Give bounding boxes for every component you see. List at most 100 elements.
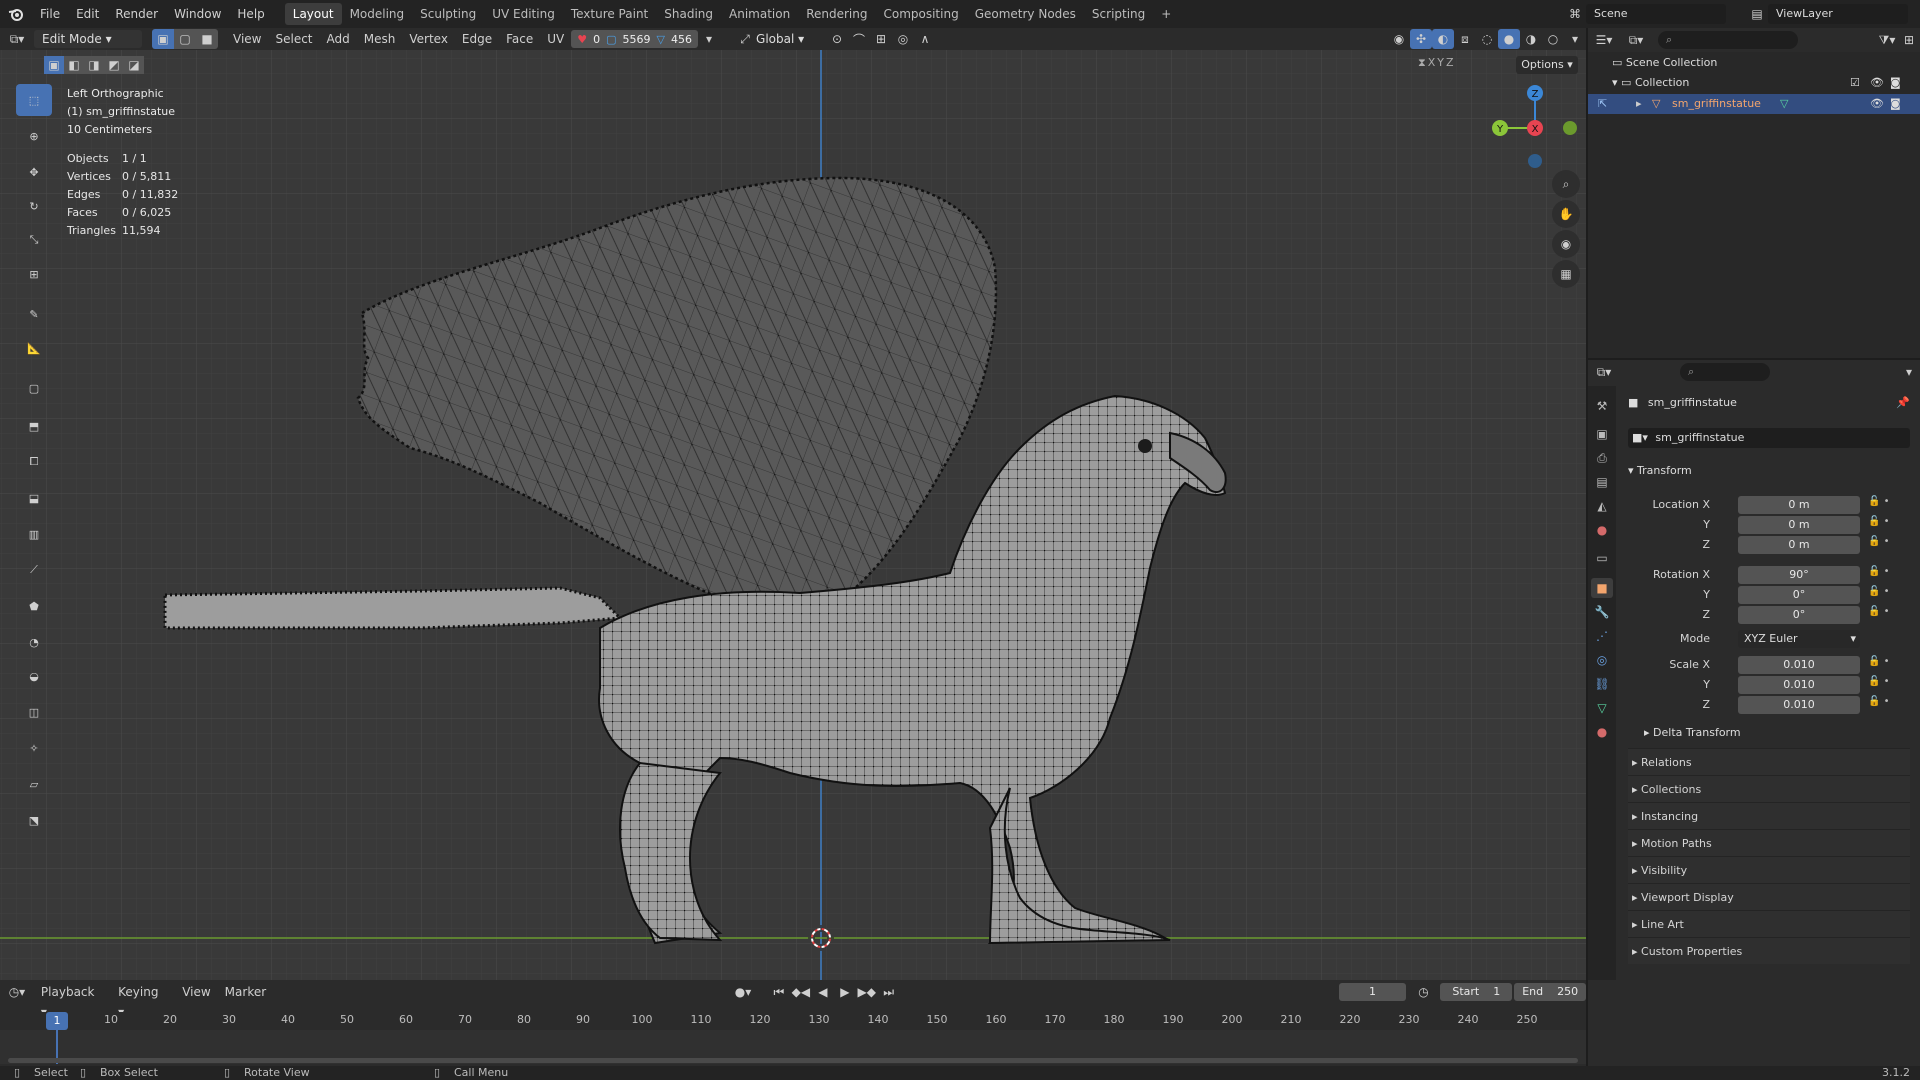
- camera-view-icon[interactable]: ◉: [1552, 230, 1580, 258]
- outliner-row-scene-collection[interactable]: ▭ Scene Collection: [1612, 54, 1717, 72]
- shading-dropdown-icon[interactable]: ▾: [1564, 29, 1586, 49]
- menu-keying[interactable]: Keying ▾: [111, 982, 175, 1019]
- jump-start-icon[interactable]: ⏮: [768, 982, 790, 1002]
- rotation-y-field[interactable]: 0°: [1738, 586, 1860, 604]
- 3d-viewport[interactable]: Left Orthographic (1) sm_griffinstatue 1…: [0, 28, 1586, 980]
- navigation-gizmo[interactable]: Z Y X: [1490, 83, 1580, 173]
- workspace-tab-scripting[interactable]: Scripting: [1084, 3, 1153, 25]
- display-mode-icon[interactable]: ⧉▾: [1620, 30, 1652, 50]
- start-frame-field[interactable]: Start 1: [1440, 983, 1513, 1001]
- add-workspace-button[interactable]: +: [1153, 3, 1179, 25]
- menu-mesh[interactable]: Mesh: [357, 29, 403, 49]
- outliner-search-input[interactable]: ⌕: [1658, 31, 1798, 49]
- falloff-icon[interactable]: ∧: [914, 29, 936, 49]
- frame-cursor[interactable]: 1: [46, 1012, 68, 1030]
- uv-stats-widget[interactable]: ♥ 0 ▢ 5569 ▽ 456: [571, 30, 699, 48]
- object-tab-icon[interactable]: ■: [1591, 578, 1613, 598]
- scene-selector[interactable]: Scene: [1586, 4, 1726, 24]
- snap-target-icon[interactable]: ⊞: [870, 29, 892, 49]
- scale-y-field[interactable]: 0.010: [1738, 676, 1860, 694]
- select-new-icon[interactable]: ▣: [44, 56, 64, 74]
- menu-uv[interactable]: UV: [540, 29, 571, 49]
- workspace-tab-geometry-nodes[interactable]: Geometry Nodes: [967, 3, 1084, 25]
- workspace-tab-animation[interactable]: Animation: [721, 3, 798, 25]
- material-shading-icon[interactable]: ◑: [1520, 29, 1542, 49]
- annotate-tool-icon[interactable]: ✎: [16, 298, 52, 330]
- mirror-z-toggle[interactable]: Z: [1446, 56, 1454, 70]
- play-icon[interactable]: ▶: [834, 982, 856, 1002]
- preview-range-icon[interactable]: ◷: [1412, 982, 1434, 1002]
- outliner-row-object[interactable]: ⇱ ▸ ▽ sm_griffinstatue ▽ 👁 ◙: [1588, 94, 1920, 114]
- end-frame-field[interactable]: End 250: [1514, 983, 1587, 1001]
- options-button[interactable]: Options ▾: [1516, 56, 1578, 74]
- collection-camera-icon[interactable]: ◙: [1890, 74, 1901, 92]
- prev-keyframe-icon[interactable]: ◆◀: [790, 982, 812, 1002]
- data-tab-icon[interactable]: ▽: [1591, 698, 1613, 718]
- lock-icon[interactable]: 🔓 •: [1868, 516, 1908, 536]
- measure-tool-icon[interactable]: 📐: [16, 332, 52, 364]
- workspace-tab-layout[interactable]: Layout: [284, 3, 342, 25]
- visibility-icon[interactable]: ◉: [1388, 29, 1410, 49]
- workspace-tab-shading[interactable]: Shading: [656, 3, 721, 25]
- pan-hand-icon[interactable]: ✋: [1552, 200, 1580, 228]
- object-eye-icon[interactable]: 👁: [1870, 94, 1884, 114]
- view-layer-tab-icon[interactable]: ▤: [1591, 472, 1613, 492]
- griffin-mesh[interactable]: [0, 28, 1586, 980]
- shear-tool-icon[interactable]: ▱: [16, 768, 52, 800]
- panel-collections[interactable]: ▸ Collections: [1628, 775, 1910, 802]
- scale-z-field[interactable]: 0.010: [1738, 696, 1860, 714]
- proportional-edit-icon[interactable]: ◎: [892, 29, 914, 49]
- object-mode-icon[interactable]: ⇱: [1598, 94, 1607, 114]
- panel-line-art[interactable]: ▸ Line Art: [1628, 910, 1910, 937]
- face-select-mode-icon[interactable]: ■: [196, 29, 218, 49]
- transform-panel-header[interactable]: ▾ Transform: [1628, 460, 1910, 482]
- panel-instancing[interactable]: ▸ Instancing: [1628, 802, 1910, 829]
- vertex-select-mode-icon[interactable]: ▣: [152, 29, 174, 49]
- lock-icon[interactable]: 🔓 •: [1868, 606, 1908, 656]
- scale-tool-icon[interactable]: ⤡: [16, 224, 52, 256]
- solid-shading-icon[interactable]: ●: [1498, 29, 1520, 49]
- material-tab-icon[interactable]: ●: [1591, 722, 1613, 742]
- particles-tab-icon[interactable]: ⋰: [1591, 626, 1613, 646]
- output-tab-icon[interactable]: ⎙: [1591, 448, 1613, 468]
- lock-icon[interactable]: 🔓 •: [1868, 696, 1908, 716]
- orientation-selector[interactable]: Global ▾: [756, 30, 826, 48]
- object-camera-icon[interactable]: ◙: [1890, 94, 1901, 114]
- panel-visibility[interactable]: ▸ Visibility: [1628, 856, 1910, 883]
- select-invert-icon[interactable]: ◩: [104, 56, 124, 74]
- bevel-tool-icon[interactable]: ⬓: [16, 482, 52, 514]
- rotation-x-field[interactable]: 90°: [1738, 566, 1860, 584]
- perspective-toggle-icon[interactable]: ▦: [1552, 260, 1580, 288]
- collection-tab-icon[interactable]: ▭: [1591, 548, 1613, 568]
- pivot-icon[interactable]: ⊙: [826, 29, 848, 49]
- collection-eye-icon[interactable]: 👁: [1870, 74, 1884, 92]
- editor-type-icon[interactable]: ⧉▾: [0, 29, 34, 49]
- knife-tool-icon[interactable]: ⟋: [16, 554, 52, 586]
- menu-vertex[interactable]: Vertex: [402, 29, 455, 49]
- wireframe-shading-icon[interactable]: ◌: [1476, 29, 1498, 49]
- current-frame-field[interactable]: 1: [1338, 983, 1407, 1001]
- auto-keying-icon[interactable]: ●▾: [732, 982, 754, 1002]
- scene-tab-icon[interactable]: ◭: [1591, 496, 1613, 516]
- filter-icon[interactable]: ⧩▾: [1876, 30, 1898, 50]
- workspace-tab-compositing[interactable]: Compositing: [875, 3, 966, 25]
- collection-checkbox-icon[interactable]: ☑: [1850, 74, 1860, 92]
- xray-toggle-icon[interactable]: ⧈: [1454, 29, 1476, 49]
- menu-render[interactable]: Render: [107, 0, 166, 28]
- cursor-tool-icon[interactable]: ⊕: [16, 120, 52, 152]
- mirror-icon[interactable]: ⧗: [1418, 56, 1426, 70]
- mirror-x-toggle[interactable]: X: [1428, 56, 1436, 70]
- select-intersect-icon[interactable]: ◪: [124, 56, 144, 74]
- menu-select[interactable]: Select: [268, 29, 319, 49]
- location-z-field[interactable]: 0 m: [1738, 536, 1860, 554]
- select-box-tool-icon[interactable]: ⬚: [16, 84, 52, 116]
- location-y-field[interactable]: 0 m: [1738, 516, 1860, 534]
- outliner-row-collection[interactable]: ▾ ▭ Collection ☑ 👁 ◙: [1612, 74, 1912, 92]
- select-subtract-icon[interactable]: ◨: [84, 56, 104, 74]
- workspace-tab-sculpting[interactable]: Sculpting: [412, 3, 484, 25]
- physics-tab-icon[interactable]: ◎: [1591, 650, 1613, 670]
- render-tab-icon[interactable]: ▣: [1591, 424, 1613, 444]
- world-tab-icon[interactable]: ●: [1591, 520, 1613, 540]
- edge-select-mode-icon[interactable]: ▢: [174, 29, 196, 49]
- transform-tool-icon[interactable]: ⊞: [16, 258, 52, 290]
